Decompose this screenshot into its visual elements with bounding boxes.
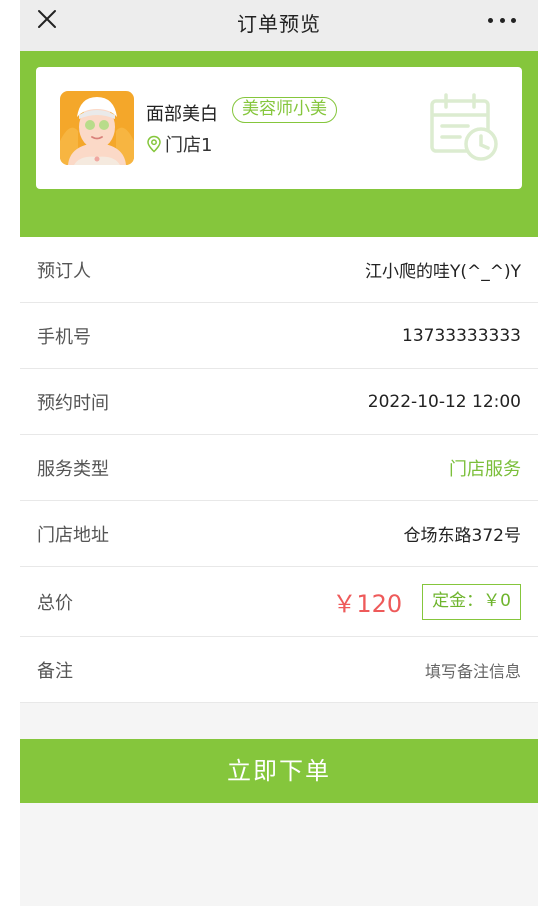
- price-group: ￥120 定金：￥0: [332, 583, 521, 620]
- row-service-type: 服务类型 门店服务: [20, 435, 538, 501]
- face-mask-illustration: [60, 91, 134, 165]
- service-type-label: 服务类型: [37, 458, 109, 480]
- nav-bar: 订单预览: [20, 0, 538, 51]
- row-booker: 预订人 江小爬的哇Y(^_^)Y: [20, 237, 538, 303]
- service-name: 面部美白: [146, 104, 218, 125]
- phone-value: 13733333333: [402, 325, 521, 346]
- row-remark[interactable]: 备注 填写备注信息: [20, 637, 538, 703]
- store-name: 门店1: [165, 135, 213, 156]
- remark-label: 备注: [37, 660, 73, 682]
- total-label: 总价: [37, 592, 73, 614]
- time-value: 2022-10-12 12:00: [367, 391, 521, 412]
- booker-label: 预订人: [37, 260, 91, 282]
- location-pin-icon: [147, 135, 161, 153]
- service-avatar: [60, 91, 134, 165]
- phone-label: 手机号: [37, 326, 91, 348]
- more-button[interactable]: [488, 12, 516, 28]
- row-total: 总价 ￥120 定金：￥0: [20, 567, 538, 637]
- remark-input[interactable]: 填写备注信息: [425, 658, 521, 682]
- beautician-tag: 美容师小美: [232, 97, 337, 123]
- service-card: 面部美白 美容师小美 门店1: [36, 67, 522, 189]
- store-line: 门店1: [146, 131, 212, 157]
- more-icon: [488, 17, 493, 23]
- address-label: 门店地址: [37, 524, 109, 546]
- deposit-badge: 定金：￥0: [422, 583, 521, 620]
- row-address: 门店地址 仓场东路372号: [20, 501, 538, 567]
- service-type-value: 门店服务: [449, 458, 521, 480]
- service-banner: 面部美白 美容师小美 门店1: [20, 51, 538, 237]
- row-time: 预约时间 2022-10-12 12:00: [20, 369, 538, 435]
- booker-value: 江小爬的哇Y(^_^)Y: [364, 262, 521, 282]
- row-phone: 手机号 13733333333: [20, 303, 538, 369]
- total-price: ￥120: [332, 590, 403, 618]
- time-label: 预约时间: [37, 392, 109, 414]
- page-title: 订单预览: [237, 12, 321, 36]
- address-value: 仓场东路372号: [403, 526, 521, 546]
- calendar-clock-icon: [430, 93, 498, 161]
- app-frame: 订单预览 面部美白 美容师小美 门店1 预订人 江小爬的哇Y(^_^)Y 手机号…: [20, 0, 538, 906]
- order-detail-list: 预订人 江小爬的哇Y(^_^)Y 手机号 13733333333 预约时间 20…: [20, 237, 538, 703]
- place-order-button[interactable]: 立即下单: [20, 739, 538, 803]
